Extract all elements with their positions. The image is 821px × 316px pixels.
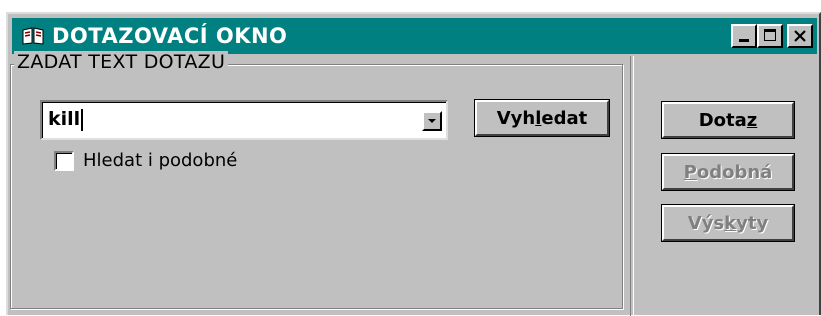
minimize-button[interactable] (731, 24, 757, 48)
title-bar[interactable]: DOTAZOVACÍ OKNO (12, 18, 817, 54)
similar-button[interactable]: Podobná (661, 153, 795, 191)
maximize-button[interactable] (757, 24, 783, 48)
query-label-mnemonic: z (746, 109, 758, 131)
query-combobox[interactable]: kill (40, 100, 448, 140)
book-icon[interactable] (20, 25, 46, 47)
query-value: kill (48, 108, 81, 130)
search-label-post: edat (541, 107, 588, 129)
occurrences-button[interactable]: Výs k yty (661, 204, 795, 242)
search-button[interactable]: Vyh l edat (474, 99, 610, 137)
query-input[interactable]: kill (48, 108, 84, 131)
minimize-icon (739, 39, 749, 42)
close-icon (794, 30, 806, 42)
occurrences-label-post: yty (736, 212, 769, 234)
query-button[interactable]: Dota z (661, 101, 795, 139)
maximize-icon (764, 29, 776, 41)
search-label-pre: Vyh (496, 107, 536, 129)
similar-label-post: odobná (696, 161, 773, 183)
similar-checkbox-label[interactable]: Hledat i podobné (83, 150, 237, 171)
similar-checkbox[interactable] (54, 150, 74, 171)
similar-checkbox-row[interactable]: Hledat i podobné (54, 150, 237, 171)
window-controls (731, 24, 813, 48)
text-caret (81, 108, 84, 131)
group-label: ZADAT TEXT DOTAZU (14, 51, 229, 73)
panel-divider (630, 56, 634, 316)
occurrences-label-pre: Výs (687, 212, 725, 234)
query-label-pre: Dota (698, 109, 747, 131)
window-title: DOTAZOVACÍ OKNO (52, 24, 288, 48)
occurrences-label-mnemonic: k (724, 212, 737, 234)
similar-label-mnemonic: P (683, 161, 697, 183)
dropdown-arrow-button[interactable] (422, 111, 442, 131)
close-button[interactable] (787, 24, 813, 48)
